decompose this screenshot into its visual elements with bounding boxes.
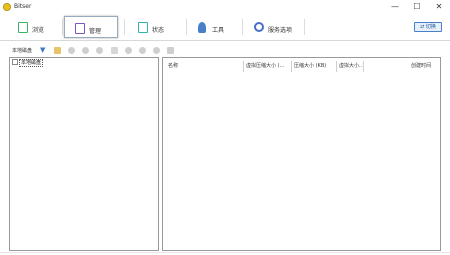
sub-toolbar: 本地磁盘 ▼ [0, 43, 450, 57]
file-list-pane[interactable]: 名称 虚拟压缩大小 (… 压缩大小 (KB) 虚拟大小… 创建时间 [162, 57, 441, 251]
title-bar: Bitser — ☐ ✕ [0, 0, 450, 14]
tools-icon [198, 22, 206, 33]
tab-label: 工具 [212, 27, 225, 34]
circle-icon[interactable] [96, 47, 103, 54]
column-divider[interactable] [336, 61, 337, 72]
status-divider [0, 252, 450, 253]
column-divider[interactable] [243, 61, 244, 72]
switch-button[interactable]: ⇄ 切换 [414, 22, 442, 32]
maximize-button[interactable]: ☐ [406, 1, 428, 13]
tab-manage[interactable]: 管理 [64, 16, 118, 38]
circle-icon[interactable] [68, 47, 75, 54]
tab-divider [304, 19, 305, 35]
tab-browse[interactable]: 浏览 [8, 16, 62, 38]
tab-tools[interactable]: 工具 [188, 16, 242, 38]
circle-icon[interactable] [153, 47, 160, 54]
tab-divider [62, 19, 63, 35]
circle-icon[interactable] [139, 47, 146, 54]
tab-label: 浏览 [32, 27, 45, 34]
app-logo-icon [3, 3, 11, 11]
column-divider[interactable] [291, 61, 292, 72]
chevron-down-icon[interactable]: ▼ [40, 46, 45, 54]
column-header-virtual-compressed-size[interactable]: 虚拟压缩大小 (… [246, 62, 285, 71]
folder-tree-pane[interactable]: 本地磁盘 [9, 57, 159, 251]
tab-label: 管理 [89, 28, 102, 35]
column-header-name[interactable]: 名称 [168, 62, 178, 71]
tab-divider [242, 19, 243, 35]
close-button[interactable]: ✕ [428, 1, 450, 13]
status-icon [138, 22, 148, 33]
folder-icon[interactable] [54, 47, 61, 54]
circle-icon[interactable] [82, 47, 89, 54]
filter-icon[interactable] [111, 47, 118, 54]
column-header-compressed-size[interactable]: 压缩大小 (KB) [294, 62, 326, 71]
tab-divider [186, 19, 187, 35]
main-toolbar: 浏览 管理 状态 工具 服务选项 ⇄ 切换 [0, 14, 450, 40]
tab-divider [124, 19, 125, 35]
checkbox[interactable] [12, 59, 18, 65]
minimize-button[interactable]: — [384, 1, 406, 13]
divider [0, 40, 450, 41]
column-divider[interactable] [363, 61, 364, 72]
window-title: Bitser [14, 3, 32, 10]
tree-item-label: 本地磁盘 [19, 59, 44, 67]
tab-service-options[interactable]: 服务选项 [244, 16, 304, 38]
manage-icon [75, 23, 85, 34]
settings-icon [254, 22, 264, 32]
tab-status[interactable]: 状态 [128, 16, 182, 38]
tab-label: 服务选项 [268, 27, 293, 34]
tab-label: 状态 [152, 27, 165, 34]
square-icon[interactable] [167, 47, 174, 54]
drive-dropdown[interactable]: 本地磁盘 [12, 47, 32, 54]
column-header-virtual-size[interactable]: 虚拟大小… [339, 62, 364, 71]
circle-icon[interactable] [125, 47, 132, 54]
browse-icon [18, 22, 28, 33]
column-header-created-time[interactable]: 创建时间 [411, 62, 431, 71]
